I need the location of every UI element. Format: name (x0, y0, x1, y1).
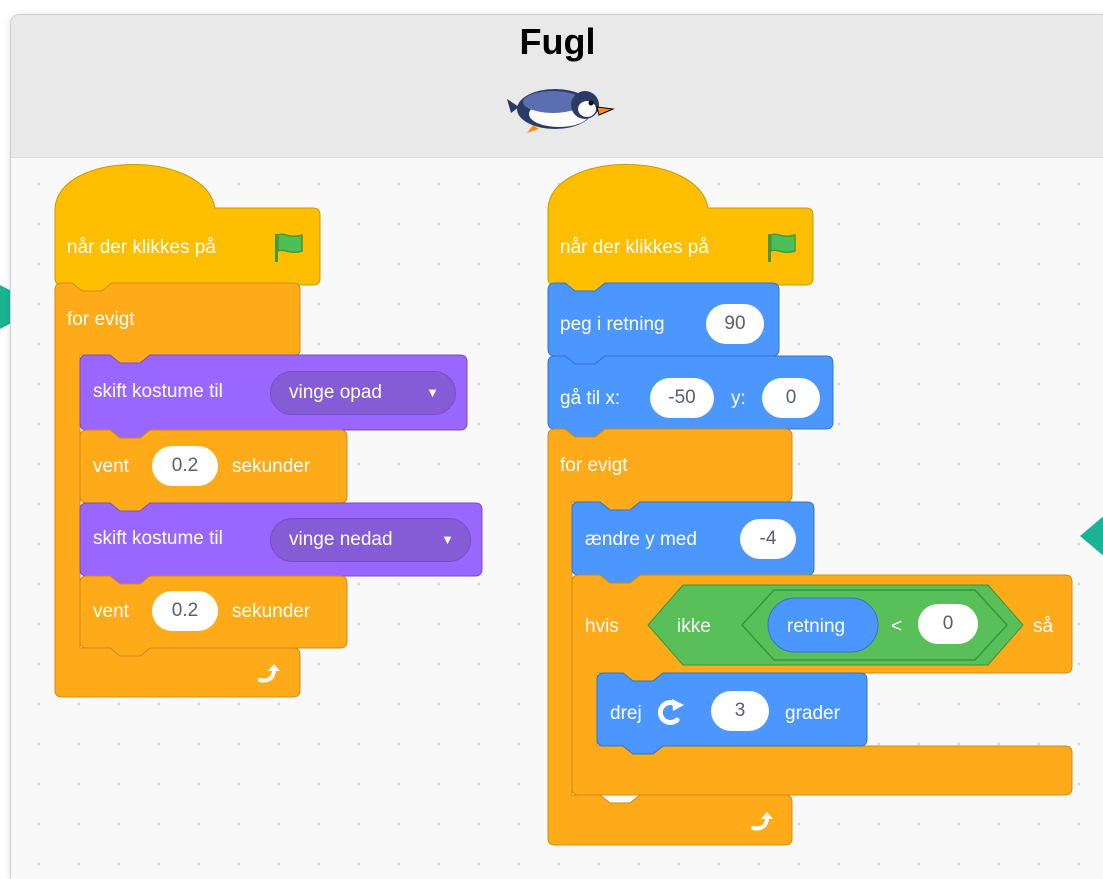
chevron-down-icon: ▼ (426, 385, 439, 400)
s1-wait2-input[interactable]: 0.2 (152, 591, 218, 631)
s2-hat-block (547, 164, 814, 294)
s2-direction-input[interactable]: 90 (706, 304, 764, 344)
s2-turn-input[interactable]: 3 (711, 691, 769, 731)
green-flag-icon[interactable] (765, 232, 799, 264)
s2-change-y-input[interactable]: -4 (740, 519, 796, 559)
s2-goto-y-label[interactable]: y: (731, 388, 746, 410)
s2-goto-y-input[interactable]: 0 (762, 378, 820, 418)
s2-turn-label[interactable]: drej (610, 703, 642, 725)
s2-if-label[interactable]: hvis (585, 616, 619, 638)
s2-hat-label[interactable]: når der klikkes på (560, 237, 709, 259)
s2-change-y-label[interactable]: ændre y med (585, 529, 697, 551)
s2-forever-label[interactable]: for evigt (560, 455, 628, 477)
s2-operator-symbol: < (891, 616, 903, 637)
s2-then-label: så (1033, 616, 1054, 637)
s1-costume-dropdown-2[interactable]: vinge nedad ▼ (270, 518, 471, 562)
s1-switch2-label[interactable]: skift kostume til (93, 528, 223, 550)
s1-costume-dropdown-1-value: vinge opad (289, 382, 382, 403)
s1-wait1-unit[interactable]: sekunder (232, 456, 310, 478)
loop-arrow-icon (258, 664, 280, 683)
chevron-down-icon: ▼ (441, 532, 454, 547)
s1-wait2-unit[interactable]: sekunder (232, 601, 310, 623)
s1-wait1-label[interactable]: vent (93, 456, 129, 478)
s1-forever-label[interactable]: for evigt (67, 309, 135, 331)
s2-goto-x-label[interactable]: gå til x: (560, 388, 620, 410)
s1-hat-block (54, 164, 321, 294)
loop-arrow-icon (751, 812, 773, 831)
s2-direction-reporter-label[interactable]: retning (787, 616, 845, 638)
s1-wait1-input[interactable]: 0.2 (152, 446, 218, 486)
rotate-right-icon (657, 699, 684, 725)
s1-costume-dropdown-2-value: vinge nedad (289, 529, 393, 550)
s2-compare-input[interactable]: 0 (918, 604, 978, 644)
block-shapes (54, 164, 1073, 846)
s1-wait2-label[interactable]: vent (93, 601, 129, 623)
s1-hat-label[interactable]: når der klikkes på (67, 237, 216, 259)
s1-switch1-label[interactable]: skift kostume til (93, 381, 223, 403)
s2-goto-x-input[interactable]: -50 (650, 378, 714, 418)
s2-not-label[interactable]: ikke (677, 616, 711, 638)
green-flag-icon[interactable] (272, 232, 306, 264)
s1-costume-dropdown-1[interactable]: vinge opad ▼ (270, 371, 456, 415)
s2-turn-unit[interactable]: grader (785, 703, 840, 725)
s2-point-label[interactable]: peg i retning (560, 314, 665, 336)
